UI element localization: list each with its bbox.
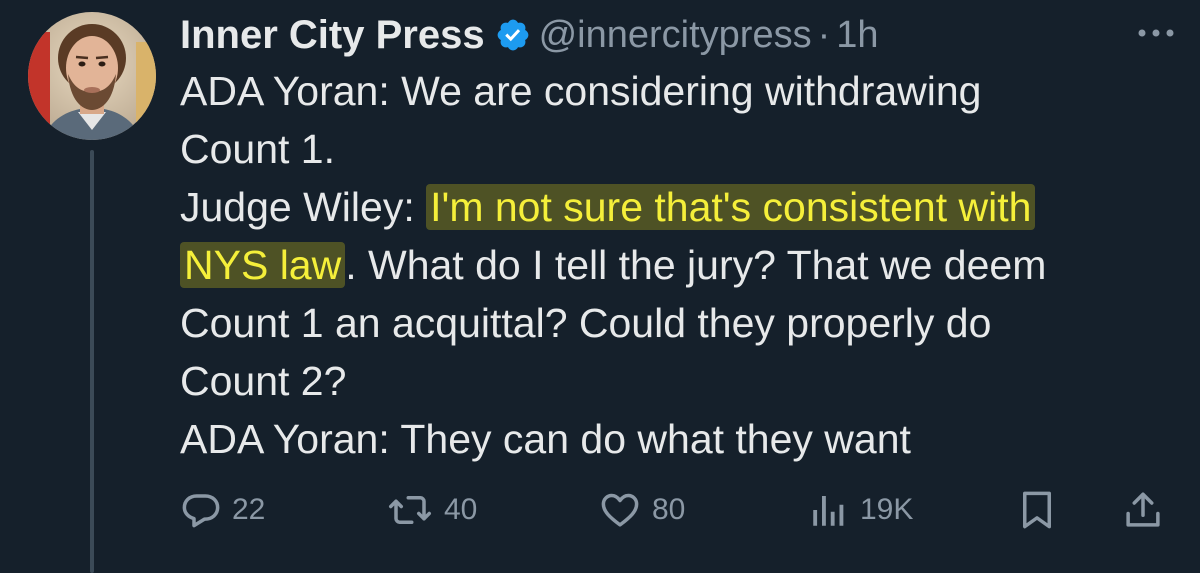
header-separator: · bbox=[817, 13, 831, 56]
reply-count: 22 bbox=[232, 493, 266, 526]
view-count: 19K bbox=[860, 493, 914, 526]
repost-icon bbox=[386, 489, 434, 531]
views-button[interactable]: 19K bbox=[808, 478, 913, 542]
share-icon bbox=[1122, 487, 1164, 533]
tweet-line-5: Count 1 an acquittal? Could they properl… bbox=[180, 294, 1170, 352]
tweet-text-segment: Count 1 an acquittal? Could they properl… bbox=[180, 300, 992, 346]
tweet-line-6: Count 2? bbox=[180, 352, 1170, 410]
more-options-icon[interactable] bbox=[1134, 18, 1178, 48]
reply-icon bbox=[180, 489, 222, 531]
timestamp[interactable]: 1h bbox=[836, 14, 878, 57]
repost-button[interactable]: 40 bbox=[386, 478, 477, 542]
tweet-card[interactable]: Inner City Press @innercitypress · 1h AD… bbox=[0, 0, 1200, 573]
highlighted-text: I'm not sure that's consistent with bbox=[426, 184, 1036, 230]
verified-badge-icon[interactable] bbox=[495, 17, 531, 53]
tweet-text-segment: . What do I tell the jury? That we deem bbox=[345, 242, 1047, 288]
thread-line bbox=[90, 150, 94, 573]
tweet-line-7: ADA Yoran: They can do what they want bbox=[180, 410, 1170, 468]
author-handle[interactable]: @innercitypress bbox=[539, 14, 812, 57]
like-button[interactable]: 80 bbox=[598, 478, 685, 542]
views-icon bbox=[808, 489, 850, 531]
tweet-line-3: Judge Wiley: I'm not sure that's consist… bbox=[180, 178, 1170, 236]
repost-count: 40 bbox=[444, 493, 478, 526]
tweet-line-2: Count 1. bbox=[180, 120, 1170, 178]
tweet-header: Inner City Press @innercitypress · 1h bbox=[180, 8, 879, 62]
tweet-line-1: ADA Yoran: We are considering withdrawin… bbox=[180, 62, 1170, 120]
tweet-text-segment: Count 1. bbox=[180, 126, 335, 172]
avatar[interactable] bbox=[28, 12, 156, 140]
highlighted-text: NYS law bbox=[180, 242, 346, 288]
tweet-text-segment: Count 2? bbox=[180, 358, 347, 404]
tweet-text-segment: ADA Yoran: We are considering withdrawin… bbox=[180, 68, 982, 114]
tweet-line-4: NYS law. What do I tell the jury? That w… bbox=[180, 236, 1170, 294]
reply-button[interactable]: 22 bbox=[180, 478, 265, 542]
share-button[interactable] bbox=[1122, 478, 1164, 542]
tweet-text-segment: Judge Wiley: bbox=[180, 184, 427, 230]
bookmark-icon bbox=[1016, 487, 1058, 533]
action-bar: 22 40 80 19K bbox=[180, 478, 1180, 542]
heart-icon bbox=[598, 489, 642, 531]
bookmark-button[interactable] bbox=[1016, 478, 1058, 542]
author-name[interactable]: Inner City Press bbox=[180, 13, 485, 58]
like-count: 80 bbox=[652, 493, 686, 526]
avatar-photo bbox=[28, 12, 156, 140]
tweet-text: ADA Yoran: We are considering withdrawin… bbox=[180, 62, 1170, 468]
tweet-text-segment: ADA Yoran: They can do what they want bbox=[180, 416, 911, 462]
